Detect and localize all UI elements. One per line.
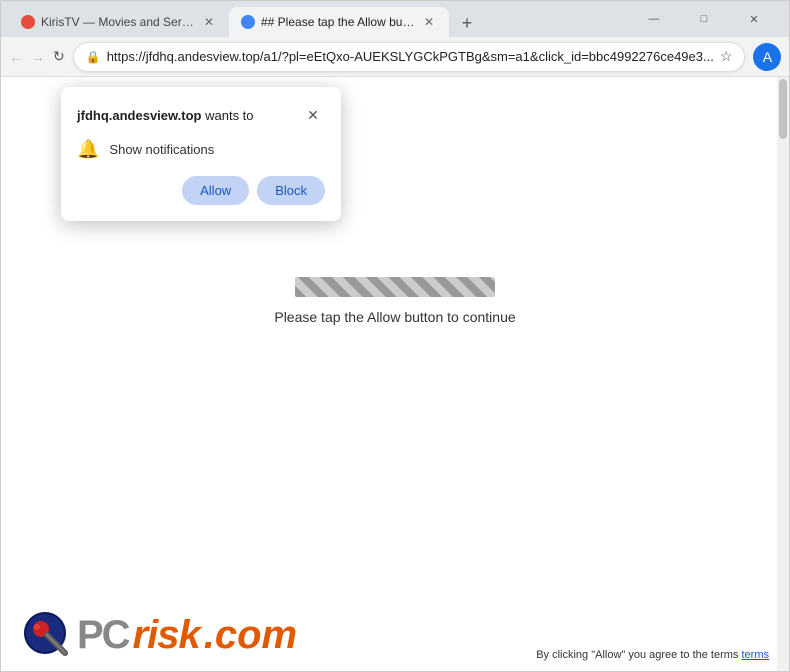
page-instruction: Please tap the Allow button to continue xyxy=(274,309,515,325)
notification-popup: jfdhq.andesview.top wants to ✕ 🔔 Show no… xyxy=(61,87,341,221)
refresh-button[interactable]: ↻ xyxy=(53,43,65,71)
allow-button[interactable]: Allow xyxy=(182,176,249,205)
page-content: jfdhq.andesview.top wants to ✕ 🔔 Show no… xyxy=(1,77,789,671)
scrollbar-thumb[interactable] xyxy=(779,79,787,139)
tab-1[interactable]: KirisTV — Movies and Series D... ✕ xyxy=(9,7,229,37)
watermark-area: PCrisk.com xyxy=(21,609,297,661)
logo-icon xyxy=(21,609,73,661)
popup-title: jfdhq.andesview.top wants to xyxy=(77,108,254,123)
tab1-title: KirisTV — Movies and Series D... xyxy=(41,15,195,29)
com-logo-text: .com xyxy=(204,613,297,658)
forward-button[interactable]: → xyxy=(31,43,45,71)
back-button[interactable]: ← xyxy=(9,43,23,71)
bottom-notice: By clicking "Allow" you agree to the ter… xyxy=(536,649,769,661)
pcrisk-logo: PCrisk.com xyxy=(21,609,297,661)
tab2-close-icon[interactable]: ✕ xyxy=(421,14,437,30)
popup-wants-to: wants to xyxy=(205,108,253,123)
tab2-title: ## Please tap the Allow button... xyxy=(261,15,415,29)
maximize-button[interactable]: □ xyxy=(681,3,727,35)
minimize-button[interactable]: — xyxy=(631,3,677,35)
tab-2[interactable]: ## Please tap the Allow button... ✕ xyxy=(229,7,449,37)
url-text: https://jfdhq.andesview.top/a1/?pl=eEtQx… xyxy=(107,49,714,64)
bottom-notice-text: By clicking "Allow" you agree to the ter… xyxy=(536,649,738,661)
page-body: Please tap the Allow button to continue xyxy=(274,277,515,325)
risk-logo-text: risk xyxy=(133,613,200,658)
tab1-close-icon[interactable]: ✕ xyxy=(201,14,217,30)
browser-frame: KirisTV — Movies and Series D... ✕ ## Pl… xyxy=(0,0,790,672)
bookmark-icon[interactable]: ☆ xyxy=(720,48,733,65)
tab2-favicon xyxy=(241,15,255,29)
progress-bar xyxy=(295,277,495,297)
title-bar: KirisTV — Movies and Series D... ✕ ## Pl… xyxy=(1,1,789,37)
notification-item: 🔔 Show notifications xyxy=(77,139,325,160)
profile-icon[interactable]: A xyxy=(753,43,781,71)
new-tab-button[interactable]: + xyxy=(453,9,481,37)
close-button[interactable]: ✕ xyxy=(731,3,777,35)
tab-strip: KirisTV — Movies and Series D... ✕ ## Pl… xyxy=(9,1,631,37)
menu-icon[interactable]: ⋮ xyxy=(785,42,790,72)
bell-icon: 🔔 xyxy=(77,139,99,160)
scrollbar[interactable] xyxy=(777,77,789,671)
popup-header: jfdhq.andesview.top wants to ✕ xyxy=(77,103,325,127)
notification-label: Show notifications xyxy=(109,142,214,157)
toolbar-icons: A ⋮ xyxy=(753,42,790,72)
pc-logo-text: PC xyxy=(77,613,129,658)
tab1-favicon xyxy=(21,15,35,29)
address-bar-row: ← → ↻ 🔒 https://jfdhq.andesview.top/a1/?… xyxy=(1,37,789,77)
secure-icon: 🔒 xyxy=(86,50,101,64)
popup-domain: jfdhq.andesview.top xyxy=(77,108,201,123)
block-button[interactable]: Block xyxy=(257,176,325,205)
terms-link[interactable]: terms xyxy=(742,649,770,661)
popup-buttons: Allow Block xyxy=(77,176,325,205)
address-bar[interactable]: 🔒 https://jfdhq.andesview.top/a1/?pl=eEt… xyxy=(73,42,746,72)
window-controls: — □ ✕ xyxy=(631,3,781,35)
popup-close-button[interactable]: ✕ xyxy=(301,103,325,127)
